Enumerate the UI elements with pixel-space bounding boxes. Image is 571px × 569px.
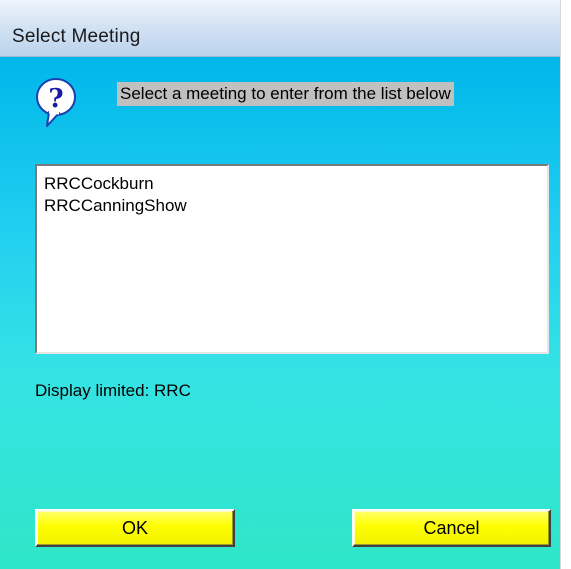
- title-bar[interactable]: Select Meeting: [0, 0, 560, 57]
- list-item-meeting[interactable]: RRCCanningShow: [44, 195, 187, 217]
- display-limited-label: Display limited: RRC: [35, 381, 191, 400]
- question-balloon-icon: ?: [36, 78, 76, 127]
- ok-button[interactable]: OK: [35, 509, 235, 547]
- cancel-button[interactable]: Cancel: [352, 509, 551, 547]
- window-title: Select Meeting: [12, 26, 141, 47]
- window-edge: [560, 0, 571, 569]
- list-item-meeting[interactable]: RRCCockburn: [44, 173, 154, 195]
- svg-text:?: ?: [48, 84, 63, 114]
- select-meeting-dialog: Select Meeting ? Select a meeting to ent…: [0, 0, 571, 569]
- prompt-text: Select a meeting to enter from the list …: [117, 82, 454, 106]
- meeting-listbox[interactable]: RRCCockburn RRCCanningShow: [35, 164, 549, 354]
